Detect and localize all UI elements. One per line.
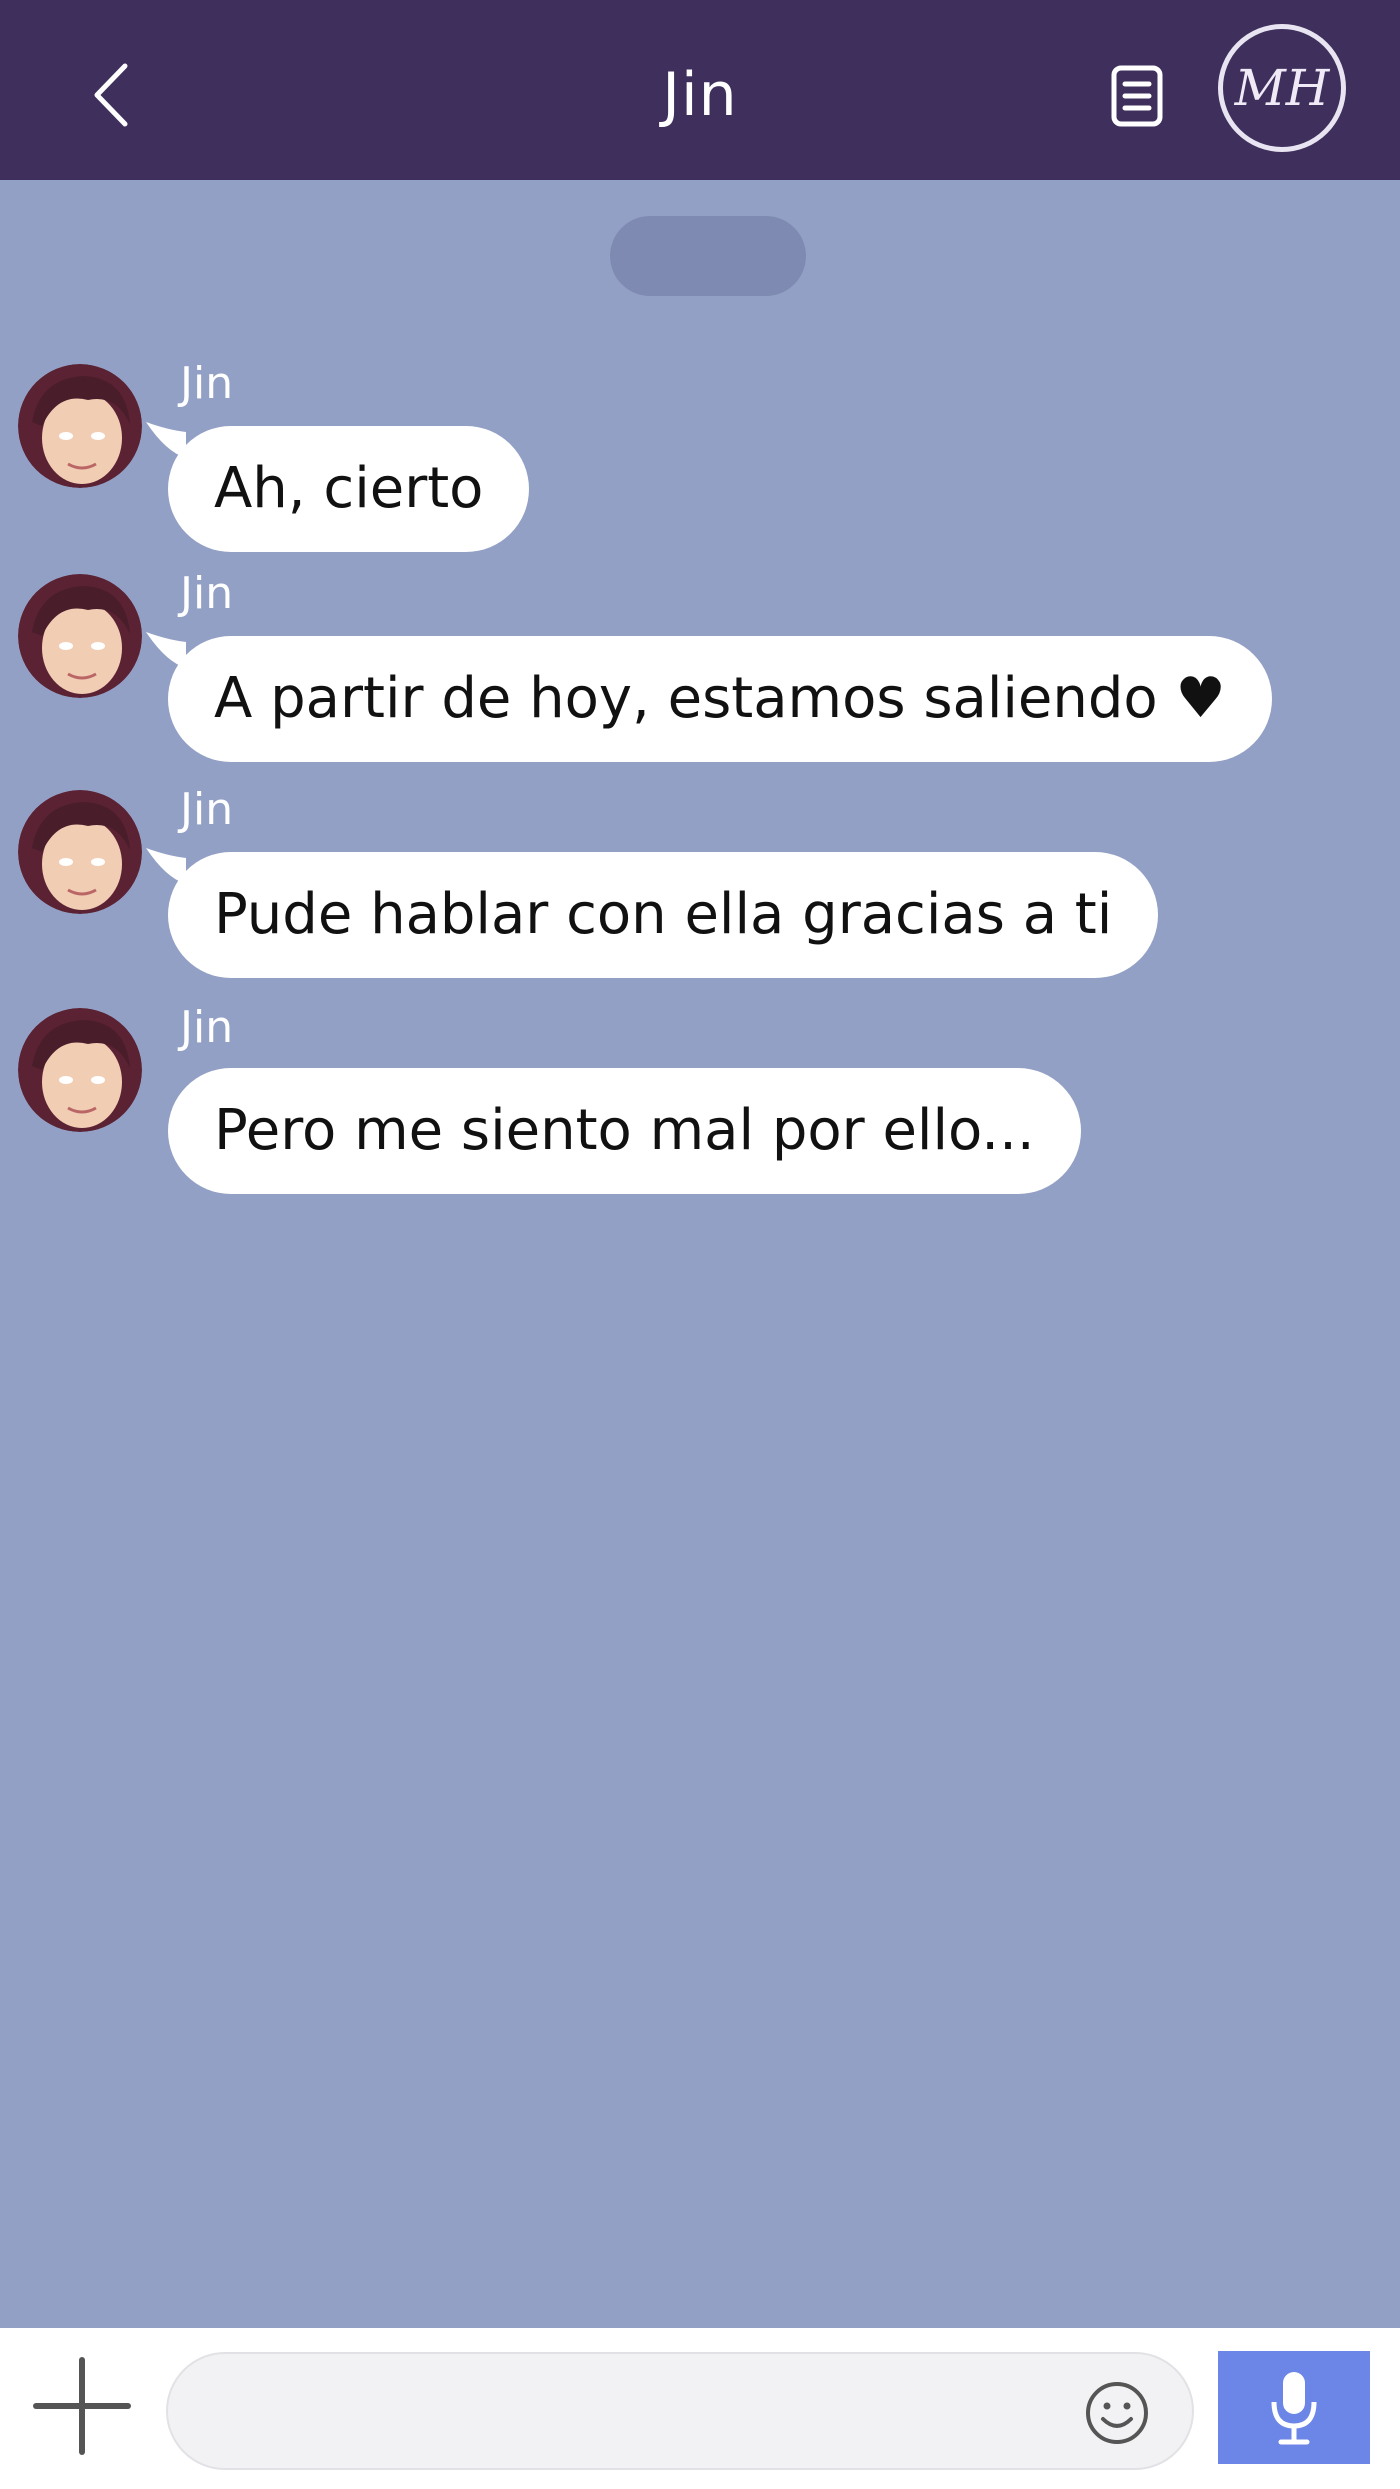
sender-name: Jin [180,1002,234,1053]
chat-header: Jin MH [0,0,1400,180]
sender-name: Jin [180,568,234,619]
message-input[interactable] [166,2352,1194,2470]
message-bubble[interactable]: Ah, cierto [168,426,530,552]
plus-icon [33,2357,131,2455]
monogram-label: MH [1234,59,1330,117]
smiley-icon [1086,2382,1148,2444]
avatar [18,364,142,488]
sender-name: Jin [180,358,234,409]
chat-title: Jin [662,60,738,130]
microphone-icon [1271,2371,1317,2444]
avatar [18,574,142,698]
sender-name: Jin [180,784,234,835]
add-attachment-button[interactable] [30,2354,134,2458]
avatar [18,1008,142,1132]
voice-message-button[interactable] [1218,2351,1370,2464]
date-pill [610,216,806,296]
emoji-button[interactable] [1084,2380,1150,2446]
message-bubble[interactable]: Pude hablar con ella gracias a ti [168,852,1159,978]
message-bubble[interactable]: Pero me siento mal por ello... [168,1068,1081,1194]
message-bubble[interactable]: A partir de hoy, estamos saliendo ♥ [168,636,1272,762]
chat-screen: Jin MH Jin Ah, cierto Jin A partir de ho… [0,0,1400,2489]
avatar [18,790,142,914]
document-icon [1111,65,1163,127]
profile-monogram-button[interactable]: MH [1218,24,1346,152]
notes-button[interactable] [1108,64,1168,130]
